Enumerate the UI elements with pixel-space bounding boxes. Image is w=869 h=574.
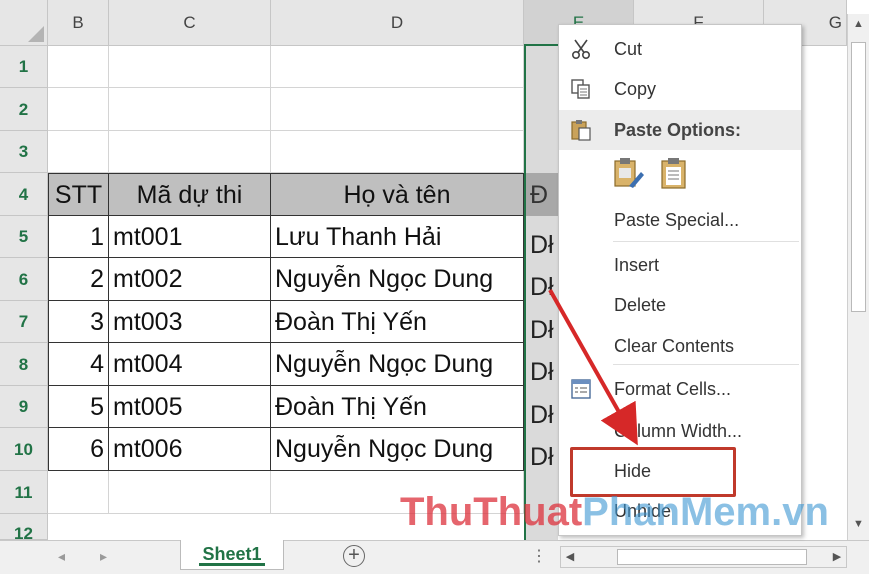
arrow-line xyxy=(548,289,638,446)
watermark-part2: PhanMem.vn xyxy=(582,490,829,534)
annotation-arrow xyxy=(548,289,638,446)
watermark-part1: ThuThuat xyxy=(400,490,583,534)
watermark: ThuThuatPhanMem.vn xyxy=(400,490,829,535)
